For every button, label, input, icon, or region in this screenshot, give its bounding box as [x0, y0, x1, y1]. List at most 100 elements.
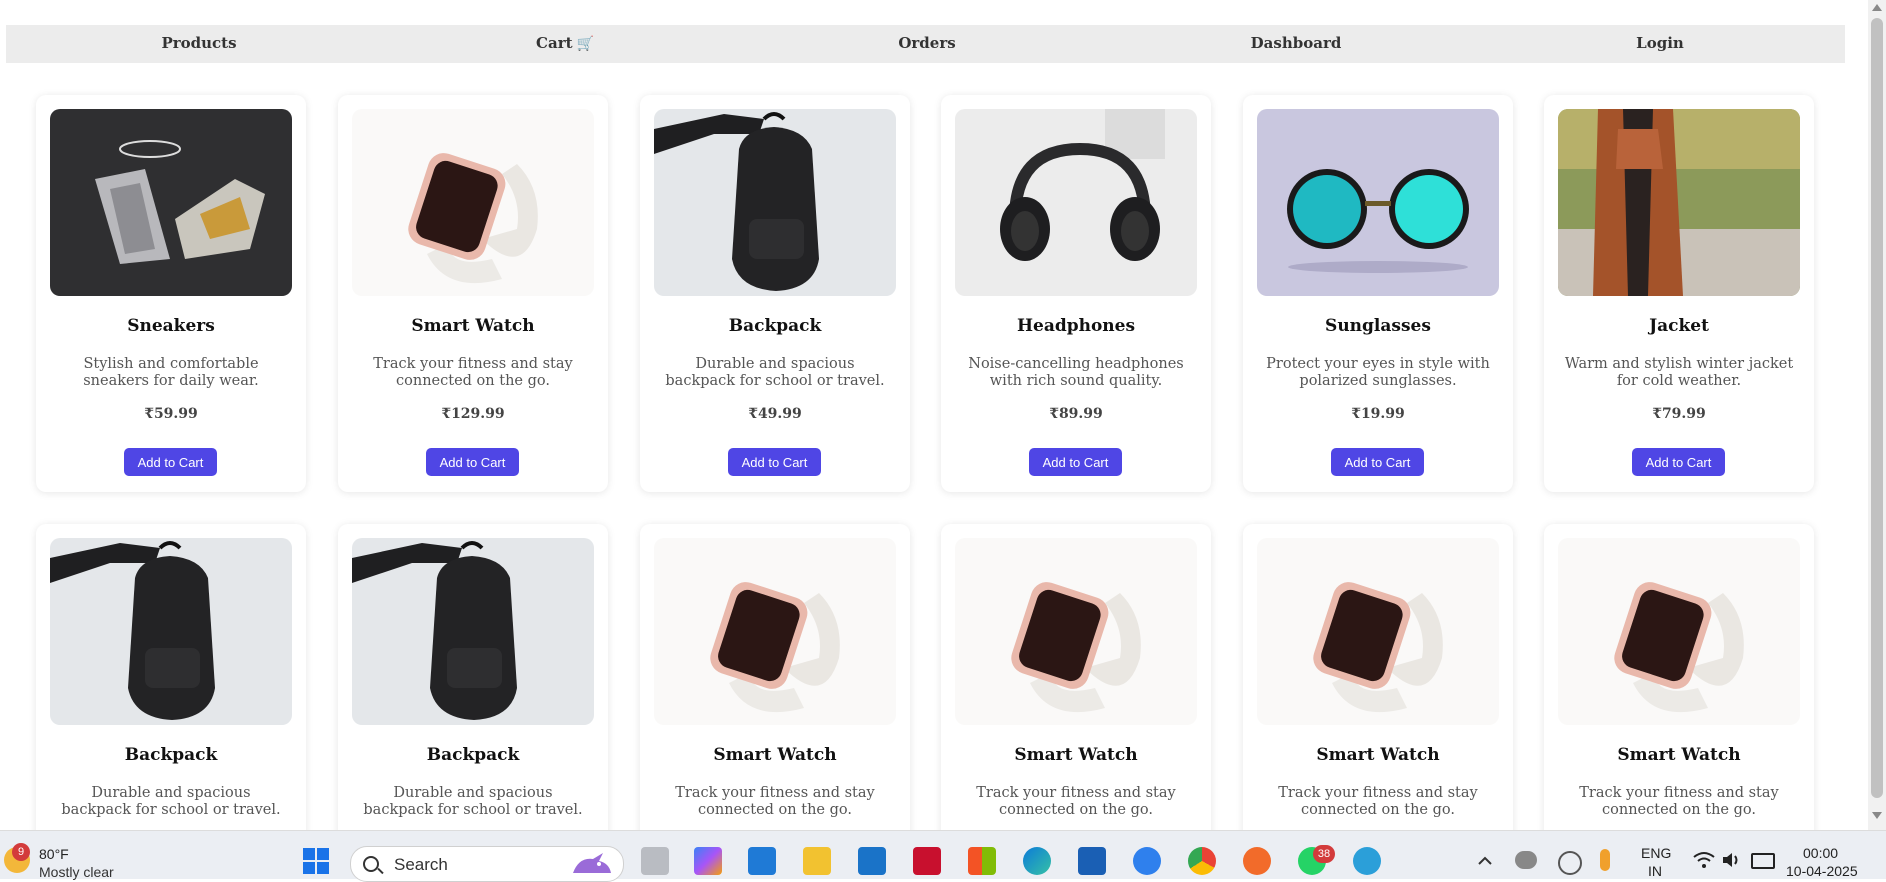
taskbar-search-box[interactable]: Search — [350, 846, 624, 882]
battery-icon[interactable] — [1751, 853, 1775, 869]
product-name: Sneakers — [127, 316, 215, 336]
product-name: Jacket — [1649, 316, 1709, 336]
chevron-up-icon[interactable] — [1478, 853, 1492, 865]
top-navbar: Products Cart 🛒 Orders Dashboard Login — [6, 25, 1845, 63]
product-price: ₹59.99 — [144, 406, 198, 422]
product-image-backpack — [50, 538, 292, 725]
product-description: Durable and spacious backpack for school… — [363, 785, 583, 818]
wifi-icon[interactable] — [1693, 851, 1715, 869]
product-description: Track your fitness and stay connected on… — [675, 785, 875, 818]
copilot-icon[interactable] — [694, 847, 722, 875]
windows-taskbar: 9 80°F Mostly clear Search 38 ENG IN 00:… — [0, 830, 1886, 882]
product-name: Sunglasses — [1325, 316, 1431, 336]
product-name: Smart Watch — [1316, 745, 1440, 765]
nav-orders-link[interactable]: Orders — [898, 25, 955, 63]
product-card: Sunglasses Protect your eyes in style wi… — [1243, 95, 1513, 492]
myhp-icon[interactable] — [858, 847, 886, 875]
scroll-up-arrow-icon[interactable] — [1872, 4, 1882, 11]
sync-icon[interactable] — [1558, 851, 1582, 875]
add-to-cart-button[interactable]: Add to Cart — [728, 448, 821, 476]
product-image-smart-watch — [654, 538, 896, 725]
add-to-cart-button[interactable]: Add to Cart — [124, 448, 217, 476]
product-price: ₹89.99 — [1049, 406, 1103, 422]
product-card: Backpack Durable and spacious backpack f… — [338, 524, 608, 830]
microsoft-store-icon[interactable] — [968, 847, 996, 875]
microphone-icon[interactable] — [1600, 849, 1610, 871]
nav-cart-label: Cart — [536, 34, 573, 52]
product-card: Smart Watch Track your fitness and stay … — [338, 95, 608, 492]
product-name: Backpack — [124, 745, 218, 765]
volume-icon[interactable] — [1721, 851, 1743, 869]
product-image-headphones — [955, 109, 1197, 296]
product-name: Backpack — [426, 745, 520, 765]
product-name: Smart Watch — [1014, 745, 1138, 765]
add-to-cart-button[interactable]: Add to Cart — [1029, 448, 1122, 476]
product-description: Stylish and comfortable sneakers for dai… — [83, 356, 259, 389]
product-image-backpack — [654, 109, 896, 296]
onedrive-icon[interactable] — [1515, 851, 1537, 869]
product-card: Backpack Durable and spacious backpack f… — [36, 524, 306, 830]
scroll-down-arrow-icon[interactable] — [1872, 812, 1882, 819]
app-icon[interactable] — [1078, 847, 1106, 875]
product-description: Durable and spacious backpack for school… — [61, 785, 281, 818]
product-card: Smart Watch Track your fitness and stay … — [1243, 524, 1513, 830]
edge-icon[interactable] — [1023, 847, 1051, 875]
product-image-smart-watch — [955, 538, 1197, 725]
product-name: Headphones — [1016, 316, 1136, 336]
nav-cart-link[interactable]: Cart 🛒 — [536, 25, 594, 63]
product-image-sneakers — [50, 109, 292, 296]
product-card: Smart Watch Track your fitness and stay … — [941, 524, 1211, 830]
product-card: Headphones Noise-cancelling headphones w… — [941, 95, 1211, 492]
mcafee-icon[interactable] — [913, 847, 941, 875]
product-card: Jacket Warm and stylish winter jacket fo… — [1544, 95, 1814, 492]
taskbar-date[interactable]: 10-04-2025 — [1786, 863, 1858, 879]
product-description: Protect your eyes in style with polarize… — [1266, 356, 1490, 389]
weather-temperature[interactable]: 80°F — [39, 846, 69, 862]
product-price: ₹19.99 — [1351, 406, 1405, 422]
language-indicator[interactable]: ENG — [1641, 845, 1671, 861]
help-icon[interactable] — [1133, 847, 1161, 875]
page-scrollbar[interactable] — [1868, 0, 1886, 830]
product-image-smart-watch — [352, 109, 594, 296]
product-description: Track your fitness and stay connected on… — [976, 785, 1176, 818]
add-to-cart-button[interactable]: Add to Cart — [1632, 448, 1725, 476]
file-explorer-icon[interactable] — [803, 847, 831, 875]
browser-viewport: Products Cart 🛒 Orders Dashboard Login Sn… — [0, 0, 1868, 830]
product-name: Smart Watch — [1617, 745, 1741, 765]
people-icon[interactable] — [1353, 847, 1381, 875]
product-description: Warm and stylish winter jacket for cold … — [1564, 356, 1794, 389]
product-image-jacket — [1558, 109, 1800, 296]
product-name: Smart Watch — [713, 745, 837, 765]
product-image-smart-watch — [1257, 538, 1499, 725]
product-name: Backpack — [728, 316, 822, 336]
task-view-icon[interactable] — [641, 847, 669, 875]
nav-login-link[interactable]: Login — [1636, 25, 1684, 63]
language-region[interactable]: IN — [1648, 863, 1662, 879]
product-description: Track your fitness and stay connected on… — [1579, 785, 1779, 818]
weather-notification-badge: 9 — [12, 843, 30, 861]
product-price: ₹49.99 — [748, 406, 802, 422]
chrome-icon[interactable] — [1188, 847, 1216, 875]
pen-app-icon[interactable] — [1243, 847, 1271, 875]
product-card: Smart Watch Track your fitness and stay … — [1544, 524, 1814, 830]
product-card: Smart Watch Track your fitness and stay … — [640, 524, 910, 830]
product-description: Track your fitness and stay connected on… — [373, 356, 573, 389]
cart-icon: 🛒 — [576, 36, 594, 52]
product-description: Track your fitness and stay connected on… — [1278, 785, 1478, 818]
nav-products-link[interactable]: Products — [161, 25, 236, 63]
whatsapp-badge: 38 — [1313, 845, 1335, 863]
windows-start-icon[interactable] — [302, 847, 330, 875]
product-image-backpack — [352, 538, 594, 725]
nav-dashboard-link[interactable]: Dashboard — [1251, 25, 1342, 63]
taskbar-time[interactable]: 00:00 — [1803, 845, 1838, 861]
product-price: ₹129.99 — [441, 406, 505, 422]
scrollbar-thumb[interactable] — [1871, 18, 1883, 798]
product-card: Backpack Durable and spacious backpack f… — [640, 95, 910, 492]
product-name: Smart Watch — [411, 316, 535, 336]
product-price: ₹79.99 — [1652, 406, 1706, 422]
add-to-cart-button[interactable]: Add to Cart — [426, 448, 519, 476]
search-icon — [363, 856, 379, 872]
product-description: Noise-cancelling headphones with rich so… — [968, 356, 1184, 389]
add-to-cart-button[interactable]: Add to Cart — [1331, 448, 1424, 476]
vscode-icon[interactable] — [748, 847, 776, 875]
